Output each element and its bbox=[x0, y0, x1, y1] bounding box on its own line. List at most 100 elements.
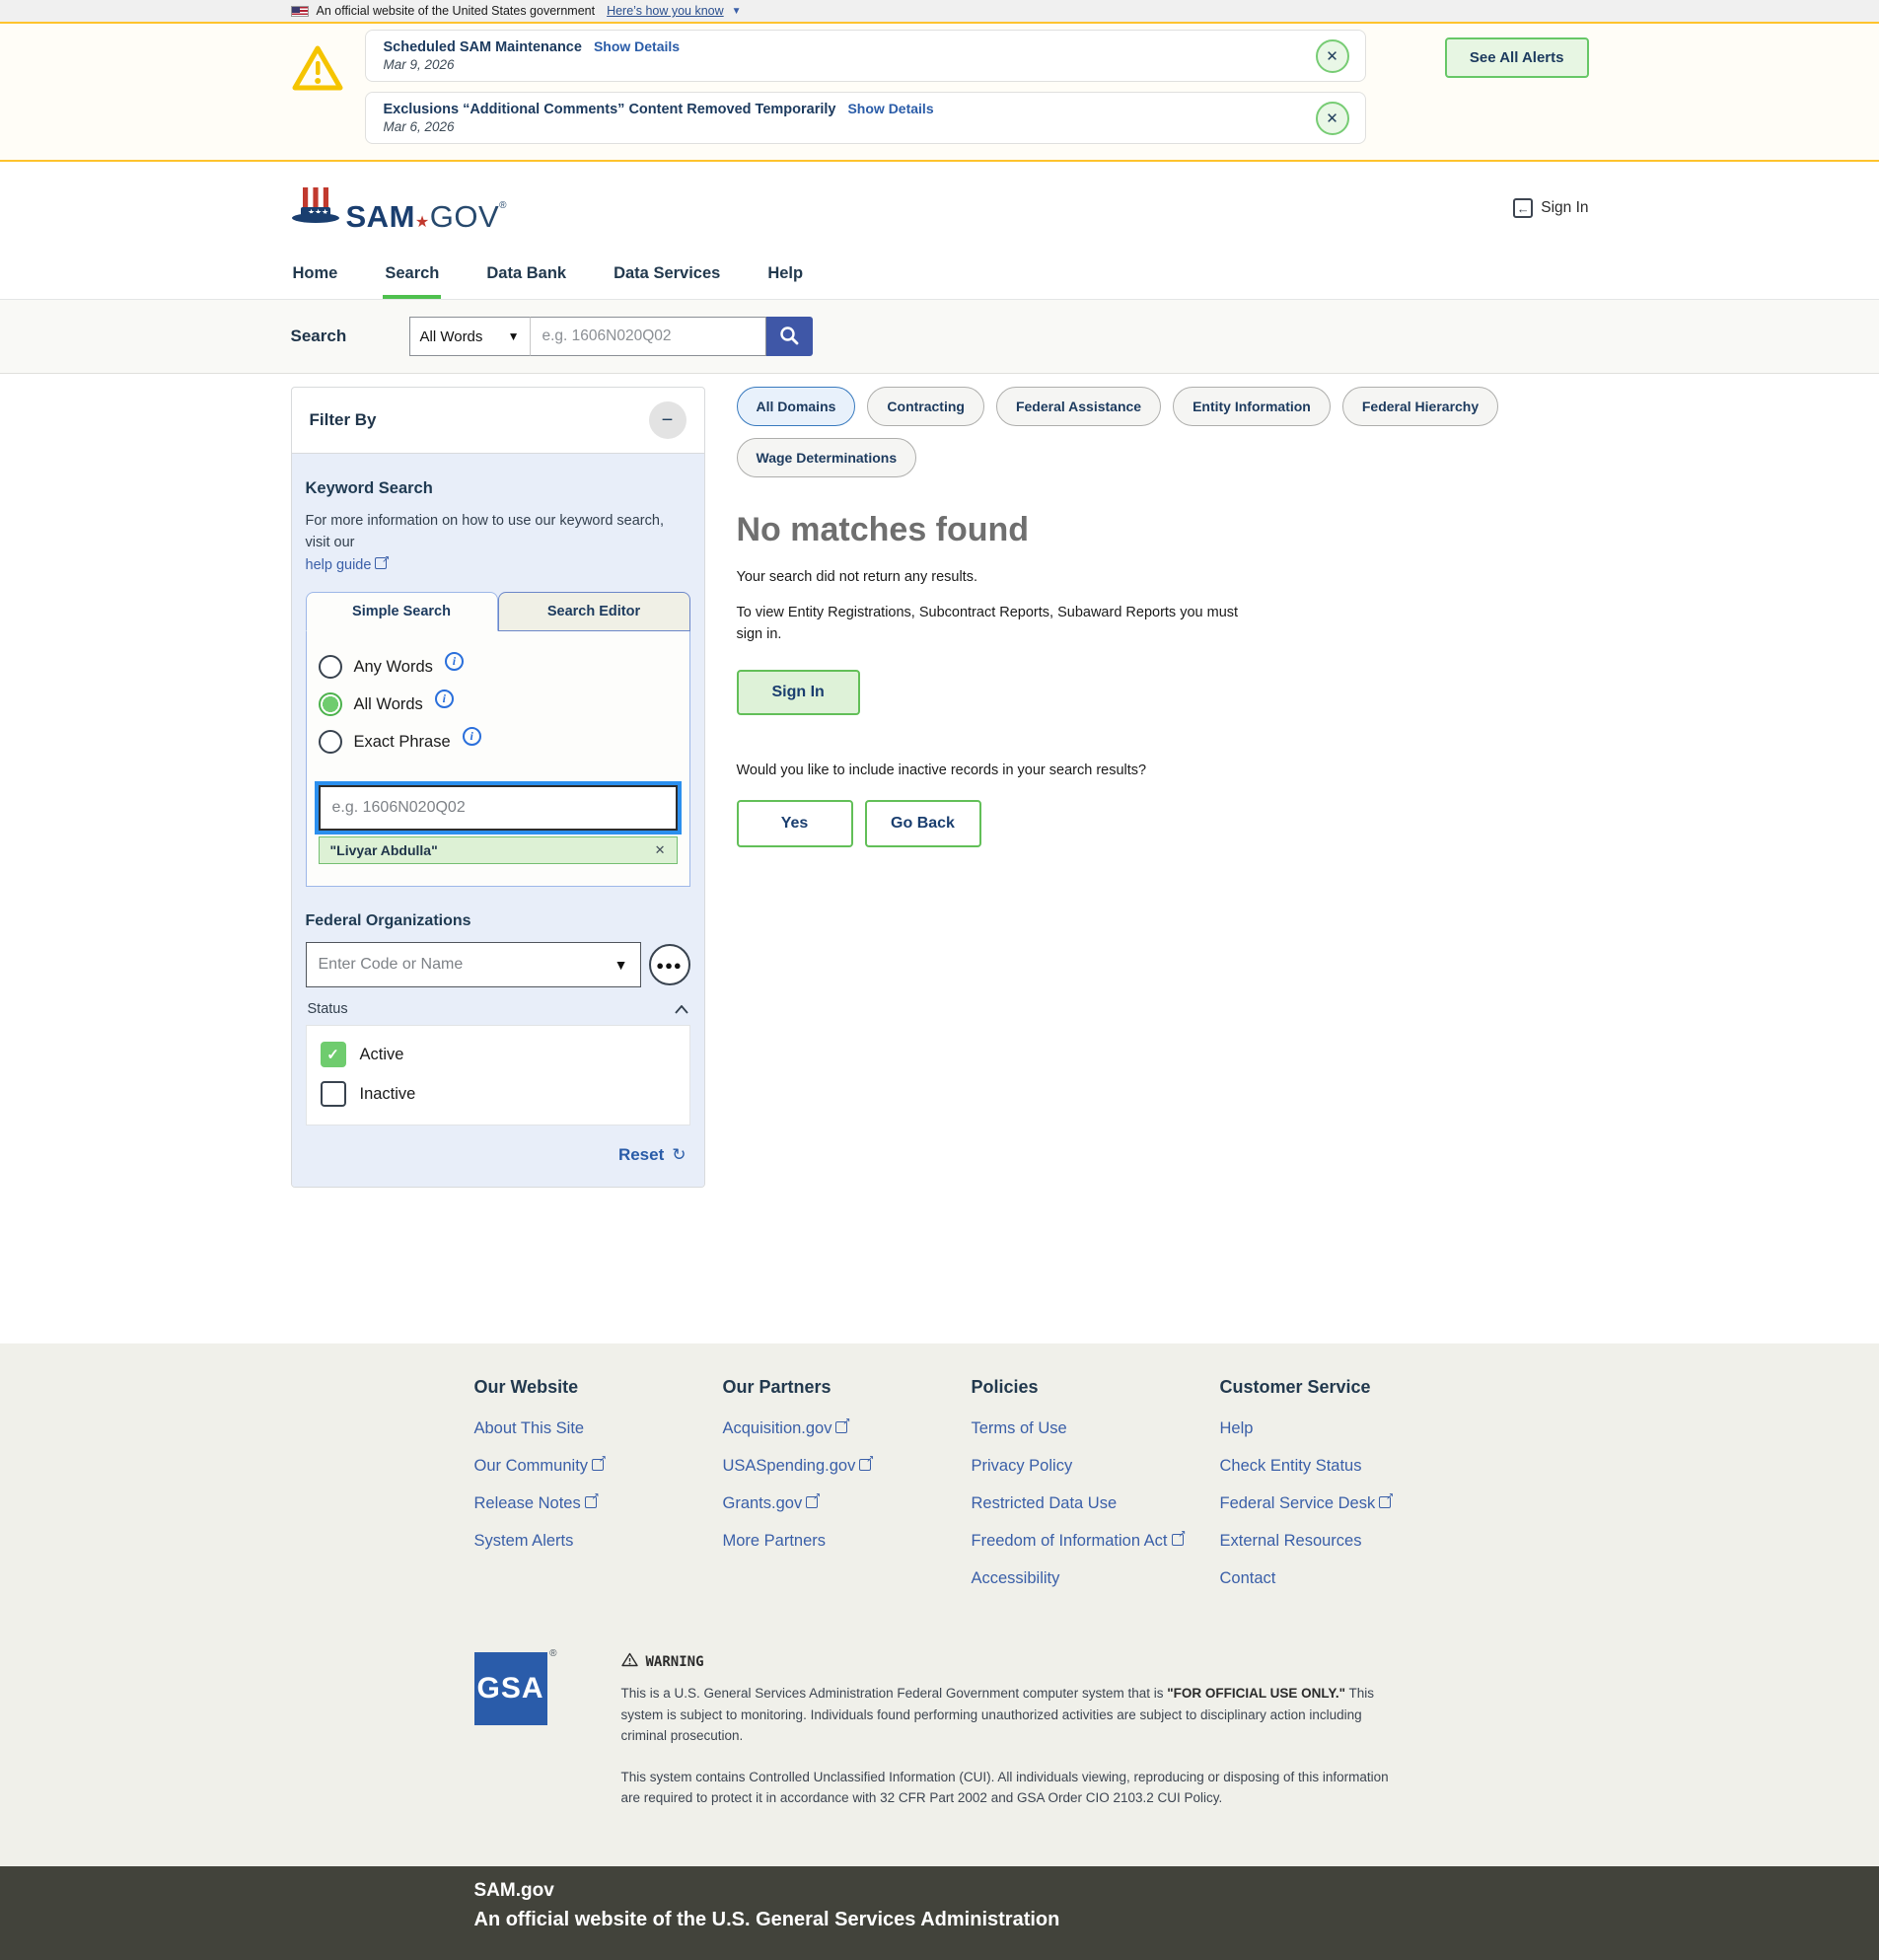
search-submit-button[interactable] bbox=[766, 317, 813, 356]
header-sign-in-link[interactable]: ← Sign In bbox=[1513, 198, 1588, 218]
ellipsis-icon: ●●● bbox=[656, 958, 683, 973]
warning-paragraph-2: This system contains Controlled Unclassi… bbox=[621, 1767, 1410, 1809]
close-icon: ✕ bbox=[1326, 47, 1338, 65]
chevron-up-icon[interactable] bbox=[675, 1002, 688, 1017]
info-icon[interactable]: i bbox=[435, 690, 454, 708]
footer-link-contact[interactable]: Contact bbox=[1220, 1569, 1469, 1588]
footer-link-grants-gov[interactable]: Grants.gov bbox=[723, 1494, 972, 1513]
search-icon bbox=[778, 325, 800, 349]
keyword-search-input[interactable] bbox=[319, 785, 678, 831]
gov-banner: An official website of the United States… bbox=[0, 0, 1879, 22]
info-icon[interactable]: i bbox=[463, 727, 481, 746]
domain-pill-all-domains[interactable]: All Domains bbox=[737, 387, 856, 426]
external-link-icon bbox=[835, 1421, 847, 1433]
footer-link-foia[interactable]: Freedom of Information Act bbox=[972, 1532, 1220, 1551]
domain-pill-contracting[interactable]: Contracting bbox=[867, 387, 984, 426]
domain-pill-wage-determinations[interactable]: Wage Determinations bbox=[737, 438, 917, 477]
caret-down-icon: ▼ bbox=[614, 957, 628, 973]
external-link-icon bbox=[1172, 1534, 1184, 1546]
search-label: Search bbox=[291, 327, 409, 346]
footer-link-system-alerts[interactable]: System Alerts bbox=[474, 1532, 723, 1551]
no-matches-heading: No matches found bbox=[737, 511, 1589, 549]
warning-block: WARNING This is a U.S. General Services … bbox=[621, 1652, 1410, 1829]
how-you-know-link[interactable]: Here’s how you know bbox=[607, 4, 724, 18]
sign-in-icon: ← bbox=[1513, 198, 1533, 218]
sign-in-button[interactable]: Sign In bbox=[737, 670, 860, 715]
nav-item-data-bank[interactable]: Data Bank bbox=[484, 254, 568, 299]
checkbox-inactive[interactable] bbox=[321, 1081, 346, 1107]
domain-pill-entity-information[interactable]: Entity Information bbox=[1173, 387, 1331, 426]
reset-icon[interactable]: ↻ bbox=[672, 1145, 686, 1165]
footer-link-accessibility[interactable]: Accessibility bbox=[972, 1569, 1220, 1588]
gov-banner-text: An official website of the United States… bbox=[317, 4, 596, 18]
checkbox-row-inactive[interactable]: Inactive bbox=[321, 1081, 676, 1107]
footer-link-more-partners[interactable]: More Partners bbox=[723, 1532, 972, 1551]
chevron-down-icon[interactable]: ▼ bbox=[732, 6, 742, 17]
alert-close-button[interactable]: ✕ bbox=[1316, 39, 1349, 73]
tab-simple-search[interactable]: Simple Search bbox=[306, 592, 498, 631]
gsa-logo: GSA ® bbox=[474, 1652, 547, 1829]
federal-org-select[interactable]: Enter Code or Name ▼ bbox=[306, 942, 641, 987]
collapse-filters-button[interactable]: − bbox=[649, 401, 687, 439]
check-icon: ✓ bbox=[326, 1046, 339, 1063]
reset-filters-link[interactable]: Reset bbox=[618, 1145, 664, 1165]
more-options-button[interactable]: ●●● bbox=[649, 944, 690, 985]
radio-any-words[interactable] bbox=[319, 655, 342, 679]
alert-show-details-link[interactable]: Show Details bbox=[594, 38, 680, 54]
footer-column-policies: Policies Terms of Use Privacy Policy Res… bbox=[972, 1377, 1220, 1607]
footer-link-acquisition-gov[interactable]: Acquisition.gov bbox=[723, 1419, 972, 1438]
federal-organizations-heading: Federal Organizations bbox=[306, 912, 690, 930]
search-strip: Search All Words ▼ bbox=[0, 300, 1879, 374]
alert-show-details-link[interactable]: Show Details bbox=[847, 101, 933, 116]
footer-link-about-this-site[interactable]: About This Site bbox=[474, 1419, 723, 1438]
search-mode-select[interactable]: All Words ▼ bbox=[409, 317, 530, 356]
external-link-icon bbox=[592, 1459, 604, 1471]
help-guide-link[interactable]: help guide bbox=[306, 557, 372, 573]
domain-pill-federal-assistance[interactable]: Federal Assistance bbox=[996, 387, 1161, 426]
keyword-chip-label: "Livyar Abdulla" bbox=[330, 842, 438, 858]
footer-official-text: An official website of the U.S. General … bbox=[474, 1909, 1589, 1931]
alerts-strip: Scheduled SAM Maintenance Show Details M… bbox=[0, 22, 1879, 162]
site-footer: Our Website About This Site Our Communit… bbox=[0, 1343, 1879, 1866]
footer-link-federal-service-desk[interactable]: Federal Service Desk bbox=[1220, 1494, 1469, 1513]
info-icon[interactable]: i bbox=[445, 652, 464, 671]
warning-icon bbox=[621, 1652, 638, 1671]
radio-all-words[interactable] bbox=[319, 692, 342, 716]
alert-close-button[interactable]: ✕ bbox=[1316, 102, 1349, 135]
main-content: Filter By − Keyword Search For more info… bbox=[279, 374, 1601, 1343]
alert-date: Mar 6, 2026 bbox=[384, 119, 1296, 134]
footer-link-our-community[interactable]: Our Community bbox=[474, 1457, 723, 1476]
nav-item-data-services[interactable]: Data Services bbox=[612, 254, 722, 299]
chip-remove-icon[interactable]: ✕ bbox=[655, 842, 666, 858]
results-area: All Domains Contracting Federal Assistan… bbox=[737, 387, 1589, 847]
checkbox-active[interactable]: ✓ bbox=[321, 1042, 346, 1067]
keyword-help-text: For more information on how to use our k… bbox=[306, 513, 664, 550]
site-header: ★ ★ ★ SAM★GOV® ← Sign In bbox=[0, 162, 1879, 254]
footer-link-usaspending-gov[interactable]: USASpending.gov bbox=[723, 1457, 972, 1476]
nav-item-search[interactable]: Search bbox=[383, 254, 441, 299]
footer-link-privacy-policy[interactable]: Privacy Policy bbox=[972, 1457, 1220, 1476]
footer-link-external-resources[interactable]: External Resources bbox=[1220, 1532, 1469, 1551]
logo-text: SAM★GOV® bbox=[346, 201, 508, 232]
domain-pill-federal-hierarchy[interactable]: Federal Hierarchy bbox=[1342, 387, 1498, 426]
top-search-input[interactable] bbox=[530, 317, 766, 356]
footer-link-help[interactable]: Help bbox=[1220, 1419, 1469, 1438]
footer-link-release-notes[interactable]: Release Notes bbox=[474, 1494, 723, 1513]
radio-exact-phrase[interactable] bbox=[319, 730, 342, 754]
minus-icon: − bbox=[662, 409, 674, 431]
see-all-alerts-button[interactable]: See All Alerts bbox=[1445, 37, 1589, 78]
footer-link-check-entity-status[interactable]: Check Entity Status bbox=[1220, 1457, 1469, 1476]
tab-search-editor[interactable]: Search Editor bbox=[498, 592, 690, 631]
nav-item-help[interactable]: Help bbox=[765, 254, 805, 299]
footer-link-restricted-data-use[interactable]: Restricted Data Use bbox=[972, 1494, 1220, 1513]
samgov-logo[interactable]: ★ ★ ★ SAM★GOV® bbox=[291, 185, 508, 232]
yes-button[interactable]: Yes bbox=[737, 800, 853, 847]
alert-title: Exclusions “Additional Comments” Content… bbox=[384, 102, 836, 117]
go-back-button[interactable]: Go Back bbox=[865, 800, 981, 847]
caret-down-icon: ▼ bbox=[508, 329, 520, 343]
footer-link-terms-of-use[interactable]: Terms of Use bbox=[972, 1419, 1220, 1438]
alert-date: Mar 9, 2026 bbox=[384, 57, 1296, 72]
checkbox-row-active[interactable]: ✓ Active bbox=[321, 1042, 676, 1067]
nav-item-home[interactable]: Home bbox=[291, 254, 340, 299]
filter-by-title: Filter By bbox=[310, 410, 377, 430]
